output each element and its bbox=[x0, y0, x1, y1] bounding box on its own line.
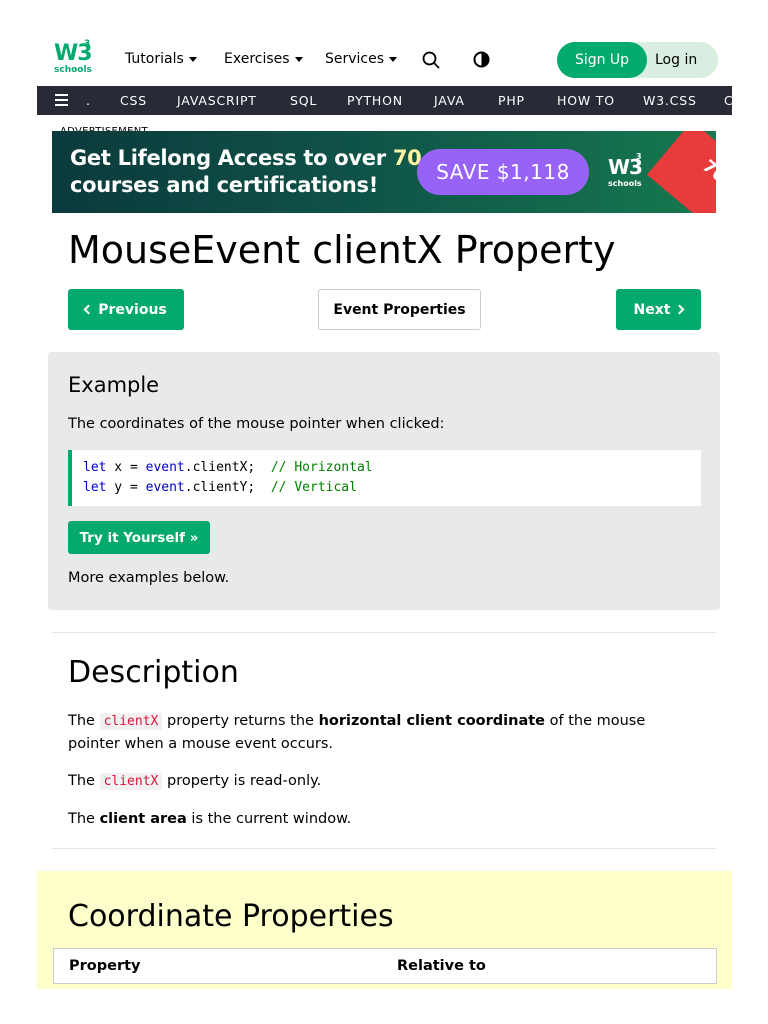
more-examples-text: More examples below. bbox=[68, 570, 230, 586]
code-text: x = bbox=[106, 460, 146, 475]
ad-line1: Get Lifelong Access to over bbox=[70, 146, 393, 170]
code-comment: // Horizontal bbox=[270, 460, 373, 475]
subnav-item-php[interactable]: PHP bbox=[498, 93, 525, 108]
chevron-right-icon bbox=[675, 304, 685, 315]
nav-exercises-label: Exercises bbox=[224, 51, 290, 67]
subnav-item-w3css[interactable]: W3.CSS bbox=[643, 93, 697, 108]
caret-down-icon bbox=[294, 57, 303, 62]
text: The bbox=[68, 713, 100, 729]
coordinate-properties-heading: Coordinate Properties bbox=[68, 899, 394, 934]
column-header-property: Property bbox=[69, 958, 141, 974]
text: property returns the bbox=[162, 713, 319, 729]
log-in-button[interactable]: Log in bbox=[655, 42, 697, 78]
code-comment: // Vertical bbox=[270, 480, 357, 495]
text: property is read-only. bbox=[162, 773, 322, 789]
subnav-item-javascript[interactable]: JAVASCRIPT bbox=[177, 93, 257, 108]
description-heading: Description bbox=[68, 655, 239, 690]
topic-subnav: . CSS JAVASCRIPT SQL PYTHON JAVA PHP HOW… bbox=[37, 86, 732, 115]
logo-schools: schools bbox=[54, 65, 92, 75]
top-navbar: W3 3 schools Tutorials Exercises Service… bbox=[37, 35, 732, 85]
contrast-icon[interactable] bbox=[473, 51, 490, 68]
ad-headline: Get Lifelong Access to over 70+ courses … bbox=[70, 145, 439, 199]
bold-text: horizontal client coordinate bbox=[318, 713, 546, 729]
code-object: event bbox=[145, 460, 185, 475]
text: The bbox=[68, 773, 100, 789]
ad-logo-superscript: 3 bbox=[636, 152, 642, 161]
code-object: event bbox=[145, 480, 185, 495]
description-paragraph-3: The client area is the current window. bbox=[68, 808, 688, 830]
code-text: .clientY; bbox=[184, 480, 271, 495]
code-text: y = bbox=[106, 480, 146, 495]
hamburger-menu-icon[interactable] bbox=[55, 94, 68, 106]
inline-code-clientx: clientX bbox=[99, 773, 163, 790]
divider bbox=[52, 632, 716, 633]
example-description: The coordinates of the mouse pointer whe… bbox=[68, 416, 445, 432]
code-block: let x = event.clientX; // Horizontal let… bbox=[68, 450, 701, 506]
try-it-yourself-button[interactable]: Try it Yourself » bbox=[68, 521, 210, 554]
subnav-item[interactable]: . bbox=[86, 93, 91, 108]
subnav-item-python[interactable]: PYTHON bbox=[347, 93, 403, 108]
description-paragraph-1: The clientX property returns the horizon… bbox=[68, 710, 688, 755]
caret-down-icon bbox=[188, 57, 197, 62]
previous-label: Previous bbox=[98, 301, 167, 318]
w3schools-logo[interactable]: W3 3 schools bbox=[54, 39, 94, 77]
nav-tutorials-dropdown[interactable]: Tutorials bbox=[125, 51, 197, 67]
example-heading: Example bbox=[68, 373, 160, 397]
next-label: Next bbox=[633, 301, 671, 318]
text: is the current window. bbox=[186, 811, 352, 827]
ad-line2: courses and certifications! bbox=[70, 173, 379, 197]
coordinate-properties-section: Coordinate Properties Property Relative … bbox=[37, 871, 732, 989]
previous-button[interactable]: Previous bbox=[68, 289, 184, 330]
example-box: Example The coordinates of the mouse poi… bbox=[48, 352, 720, 610]
page-title: MouseEvent clientX Property bbox=[68, 228, 616, 272]
subnav-item-java[interactable]: JAVA bbox=[434, 93, 465, 108]
subnav-item-css[interactable]: CSS bbox=[120, 93, 147, 108]
properties-table-header: Property Relative to bbox=[53, 948, 717, 984]
divider bbox=[52, 848, 716, 849]
column-header-relative-to: Relative to bbox=[397, 958, 486, 974]
nav-services-dropdown[interactable]: Services bbox=[325, 51, 398, 67]
code-text: .clientX; bbox=[184, 460, 271, 475]
nav-services-label: Services bbox=[325, 51, 385, 67]
subnav-item-c[interactable]: C bbox=[724, 93, 732, 108]
description-paragraph-2: The clientX property is read-only. bbox=[68, 770, 688, 793]
logo-superscript: 3 bbox=[84, 39, 91, 49]
auth-group: Sign Up Log in bbox=[557, 42, 718, 78]
sign-up-button[interactable]: Sign Up bbox=[557, 42, 647, 78]
ad-save-button[interactable]: SAVE $1,118 bbox=[417, 149, 589, 195]
search-icon[interactable] bbox=[422, 51, 440, 69]
inline-code-clientx: clientX bbox=[99, 713, 163, 730]
ad-w3schools-logo: W3 3 schools bbox=[608, 152, 643, 188]
next-button[interactable]: Next bbox=[616, 289, 701, 330]
chevron-left-icon bbox=[83, 304, 94, 315]
code-keyword: let bbox=[83, 480, 107, 495]
subnav-item-sql[interactable]: SQL bbox=[290, 93, 317, 108]
advertisement-banner[interactable]: Get Lifelong Access to over 70+ courses … bbox=[52, 131, 716, 213]
caret-down-icon bbox=[389, 57, 398, 62]
subnav-item-howto[interactable]: HOW TO bbox=[557, 93, 615, 108]
code-keyword: let bbox=[83, 460, 107, 475]
text: The bbox=[68, 811, 100, 827]
event-properties-button[interactable]: Event Properties bbox=[318, 289, 481, 330]
ad-logo-schools: schools bbox=[608, 179, 642, 188]
nav-tutorials-label: Tutorials bbox=[125, 51, 184, 67]
bold-text: client area bbox=[99, 811, 187, 827]
nav-exercises-dropdown[interactable]: Exercises bbox=[224, 51, 303, 67]
